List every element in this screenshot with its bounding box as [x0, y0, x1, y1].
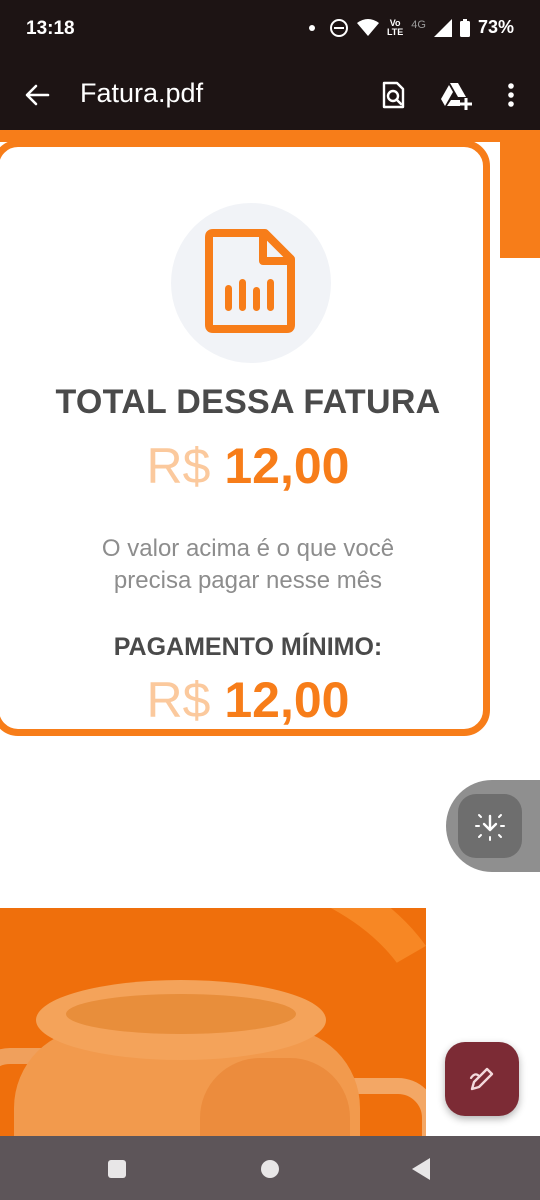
edit-button[interactable]	[445, 1042, 519, 1116]
add-to-drive-icon[interactable]	[440, 80, 472, 110]
status-icons: Vo LTE 4G 73%	[308, 17, 514, 38]
battery-percent: 73%	[477, 17, 514, 37]
notification-dot-icon	[308, 24, 315, 31]
recent-apps-icon[interactable]	[108, 1160, 126, 1178]
minimum-value: 12,00	[224, 672, 350, 728]
do-not-disturb-icon	[329, 18, 348, 37]
minimum-payment-title: PAGAMENTO MÍNIMO:	[113, 633, 383, 661]
network-type: 4G	[411, 18, 426, 31]
wifi-icon	[356, 18, 379, 36]
pot-rim-hole	[66, 994, 296, 1034]
minimum-payment-amount: R$ 12,00	[0, 671, 497, 729]
description-line-2: precisa pagar nesse mês	[113, 567, 383, 594]
total-description: O valor acima é o que você precisa pagar…	[39, 533, 457, 597]
minimum-currency: R$	[146, 672, 211, 728]
back-icon[interactable]	[412, 1158, 430, 1180]
invoice-total-card: TOTAL DESSA FATURA R$ 12,00 O valor acim…	[0, 140, 490, 736]
document-title: Fatura.pdf	[80, 78, 204, 108]
page-orange-block	[500, 130, 540, 258]
total-title: TOTAL DESSA FATURA	[55, 383, 441, 421]
edit-pen-icon	[469, 1067, 494, 1091]
home-icon[interactable]	[261, 1160, 279, 1178]
total-currency: R$	[146, 438, 211, 494]
download-icon	[475, 814, 505, 841]
app-bar: Fatura.pdf	[0, 60, 540, 130]
more-vert-icon[interactable]	[496, 80, 526, 110]
status-bar: 13:18 Vo LTE 4G 73%	[0, 0, 540, 60]
signal-icon	[433, 18, 452, 37]
invoice-icon-badge	[171, 203, 331, 363]
volte-icon: Vo LTE	[386, 17, 404, 37]
description-line-1: O valor acima é o que você	[101, 535, 395, 562]
battery-icon	[459, 18, 470, 37]
invoice-document-icon	[205, 229, 295, 333]
find-in-page-icon[interactable]	[378, 80, 408, 110]
total-amount: R$ 12,00	[0, 437, 497, 495]
total-value: 12,00	[224, 438, 350, 494]
download-button[interactable]	[458, 794, 522, 858]
back-arrow-icon[interactable]	[22, 80, 52, 110]
status-time: 13:18	[26, 18, 75, 39]
download-tab[interactable]	[446, 780, 540, 872]
system-nav-bar	[0, 1136, 540, 1200]
